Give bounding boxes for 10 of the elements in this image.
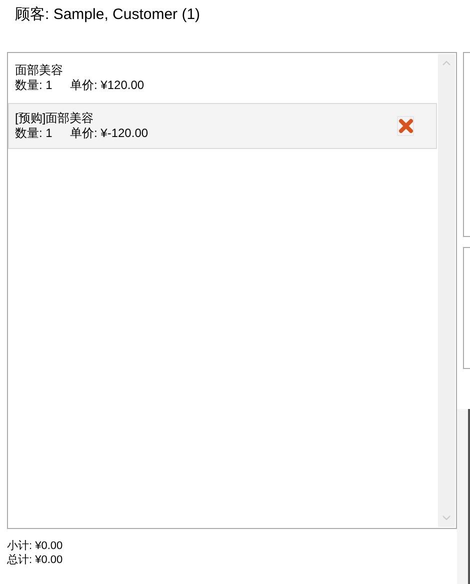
total-text: 总计: ¥0.00 xyxy=(7,553,64,567)
chevron-down-icon[interactable] xyxy=(442,515,451,521)
list-item[interactable]: [预购]面部美容 数量: 1 单价: ¥-120.00 xyxy=(8,103,437,149)
close-icon xyxy=(398,119,412,133)
chevron-up-icon[interactable] xyxy=(442,60,451,66)
delete-button[interactable] xyxy=(397,116,414,136)
customer-title: 顾客: Sample, Customer (1) xyxy=(14,5,202,25)
scrollbar[interactable] xyxy=(438,54,455,527)
subtotal-text: 小计: ¥0.00 xyxy=(7,539,64,553)
list-item[interactable]: 面部美容 数量: 1 单价: ¥120.00 xyxy=(8,58,437,98)
